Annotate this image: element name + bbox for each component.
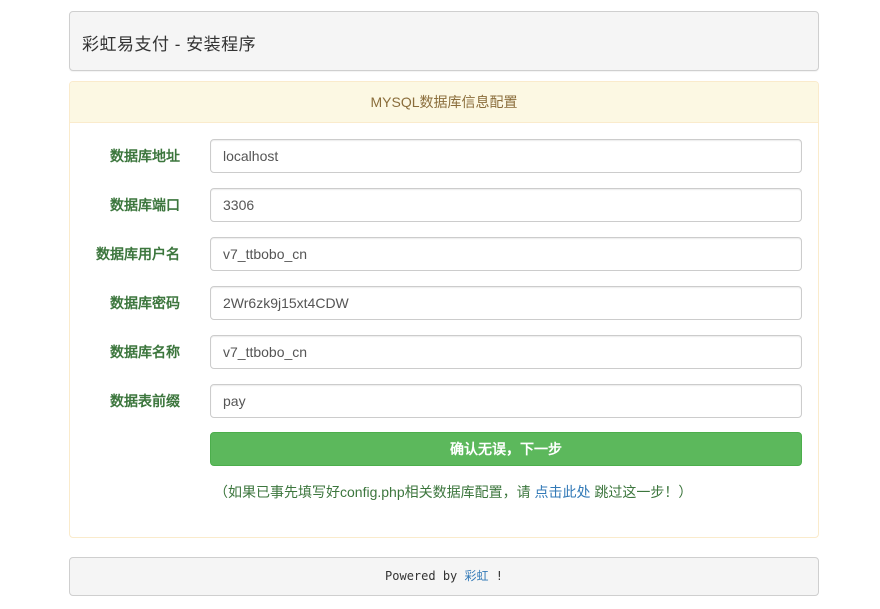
skip-hint-prefix: （如果已事先填写好config.php相关数据库配置，请: [214, 484, 535, 500]
submit-next-button[interactable]: 确认无误，下一步: [210, 432, 802, 466]
form-row-db-port: 数据库端口: [70, 188, 818, 222]
footer-panel: Powered by 彩虹 !: [69, 557, 819, 596]
form-row-table-prefix: 数据表前缀: [70, 384, 818, 418]
panel-heading: MYSQL数据库信息配置: [70, 82, 818, 123]
db-user-input[interactable]: [210, 237, 802, 271]
form-row-db-host: 数据库地址: [70, 139, 818, 173]
header-panel: 彩虹易支付 - 安装程序: [69, 11, 819, 71]
table-prefix-label: 数据表前缀: [110, 393, 180, 409]
db-name-input[interactable]: [210, 335, 802, 369]
db-port-label: 数据库端口: [110, 197, 180, 213]
db-name-label: 数据库名称: [110, 344, 180, 360]
db-config-panel: MYSQL数据库信息配置 数据库地址 数据库端口 数据库用户名 数据库密码 数据…: [69, 81, 819, 538]
skip-step-link[interactable]: 点击此处: [535, 484, 591, 500]
skip-hint-suffix: 跳过这一步！）: [590, 484, 693, 500]
db-user-label: 数据库用户名: [96, 246, 180, 262]
skip-hint: （如果已事先填写好config.php相关数据库配置，请 点击此处 跳过这一步！…: [214, 482, 692, 502]
table-prefix-input[interactable]: [210, 384, 802, 418]
db-password-label: 数据库密码: [110, 295, 180, 311]
footer-author-link[interactable]: 彩虹: [465, 569, 489, 583]
form-row-db-user: 数据库用户名: [70, 237, 818, 271]
form-row-db-password: 数据库密码: [70, 286, 818, 320]
db-host-label: 数据库地址: [110, 148, 180, 164]
db-password-input[interactable]: [210, 286, 802, 320]
footer-powered-text: Powered by: [385, 569, 465, 583]
db-host-input[interactable]: [210, 139, 802, 173]
form-row-db-name: 数据库名称: [70, 335, 818, 369]
db-port-input[interactable]: [210, 188, 802, 222]
footer-suffix: !: [488, 569, 503, 583]
page-title: 彩虹易支付 - 安装程序: [82, 35, 257, 54]
